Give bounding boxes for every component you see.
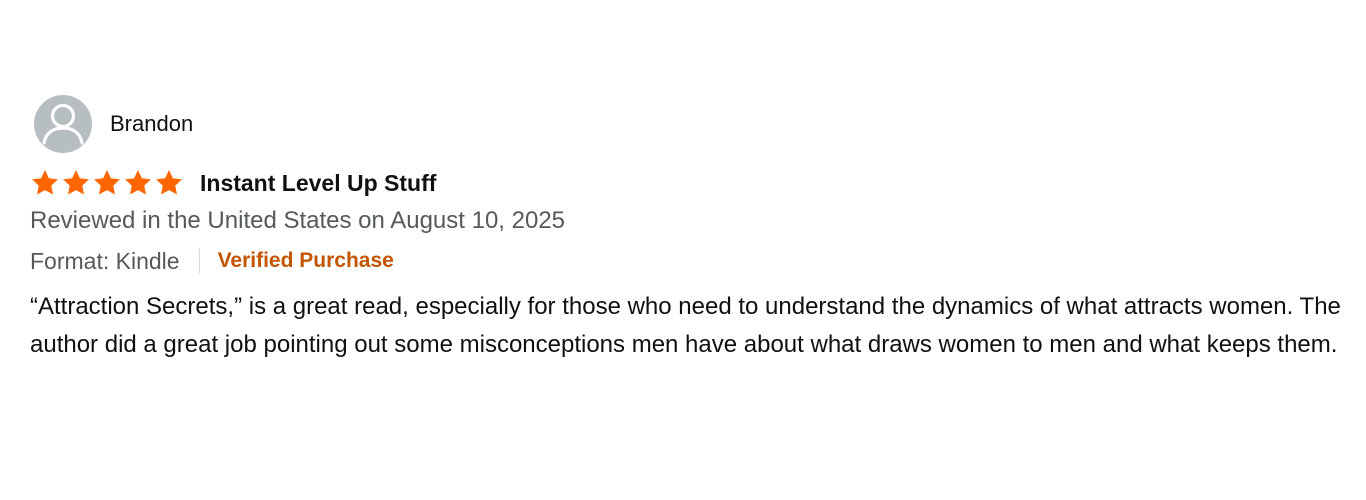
star-icon bbox=[154, 168, 184, 198]
avatar[interactable] bbox=[34, 95, 92, 153]
review-title-row: Instant Level Up Stuff bbox=[30, 166, 1350, 200]
reviewer-name[interactable]: Brandon bbox=[110, 111, 193, 137]
review-card: Brandon Instant Level Up Stuff Reviewed … bbox=[30, 94, 1350, 364]
person-silhouette-icon bbox=[42, 103, 84, 145]
star-icon bbox=[30, 168, 60, 198]
star-icon bbox=[61, 168, 91, 198]
review-date: Reviewed in the United States on August … bbox=[30, 207, 566, 234]
reviewer-profile[interactable]: Brandon bbox=[30, 94, 1350, 154]
review-body: “Attraction Secrets,” is a great read, e… bbox=[30, 293, 1341, 358]
star-rating[interactable] bbox=[30, 168, 184, 198]
verified-purchase-badge: Verified Purchase bbox=[217, 249, 394, 272]
star-icon bbox=[123, 168, 153, 198]
format-label[interactable]: Format: Kindle bbox=[30, 248, 180, 275]
review-meta: Format: Kindle Verified Purchase bbox=[30, 246, 1350, 276]
meta-divider bbox=[198, 249, 200, 273]
review-title[interactable]: Instant Level Up Stuff bbox=[200, 170, 436, 197]
star-icon bbox=[92, 168, 122, 198]
